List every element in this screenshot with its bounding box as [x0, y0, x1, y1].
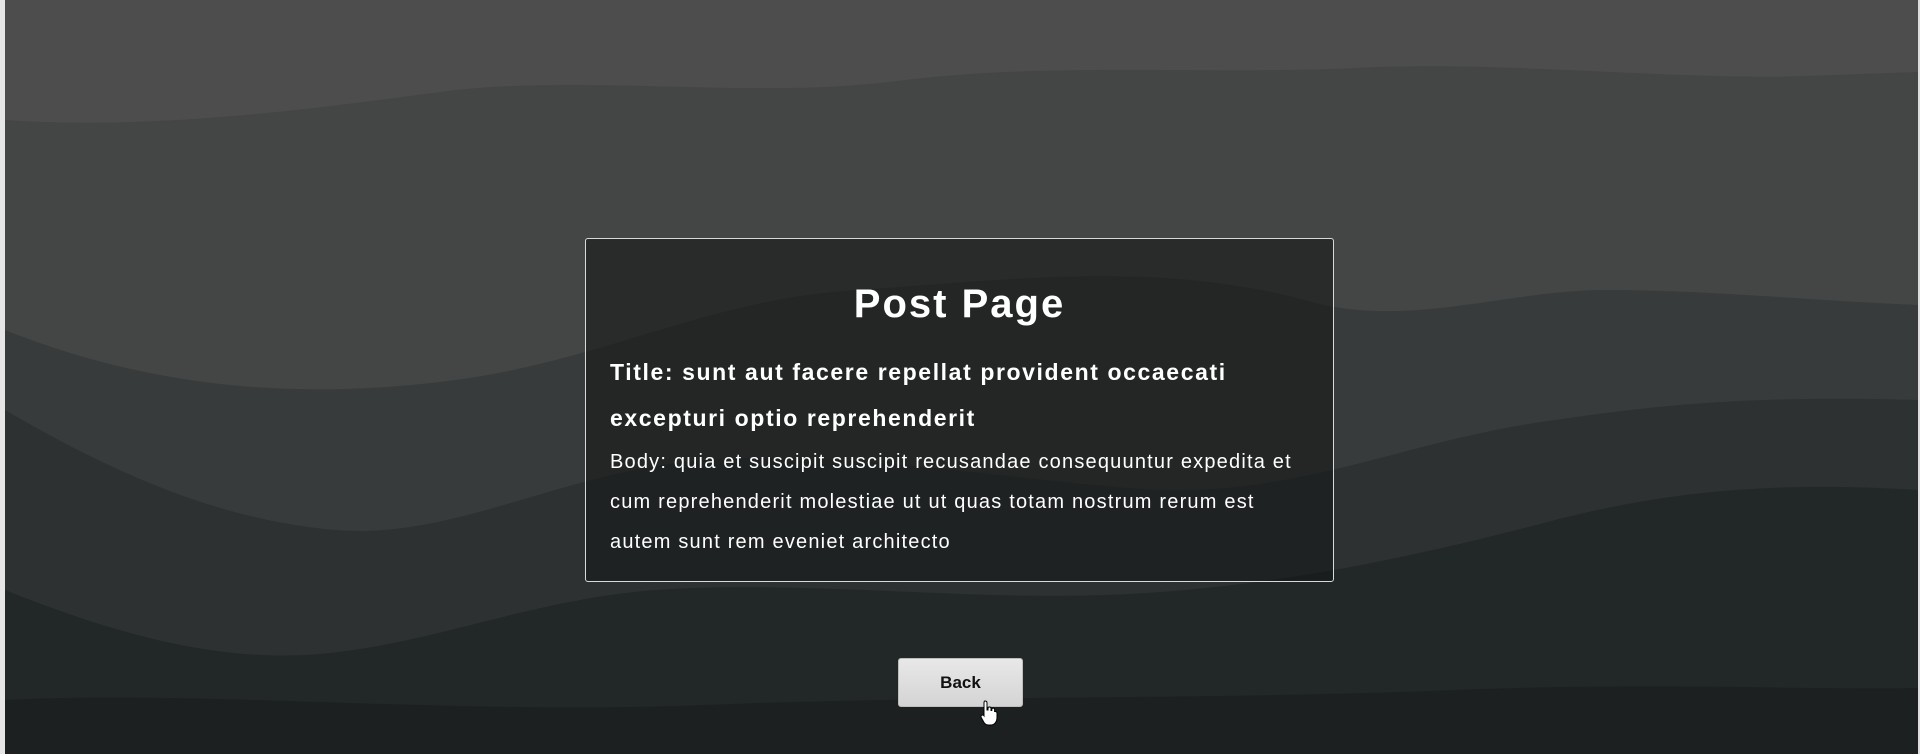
- hand-pointer-icon: [980, 700, 998, 726]
- page-title: Post Page: [853, 282, 1066, 326]
- page: Post Page Title: sunt aut facere repella…: [0, 0, 1920, 754]
- post-body: Body: quia et suscipit suscipit recusand…: [610, 451, 1292, 553]
- post-title: Title: sunt aut facere repellat providen…: [610, 359, 1227, 431]
- back-button[interactable]: Back: [898, 658, 1023, 707]
- post-card: Post Page Title: sunt aut facere repella…: [585, 238, 1334, 582]
